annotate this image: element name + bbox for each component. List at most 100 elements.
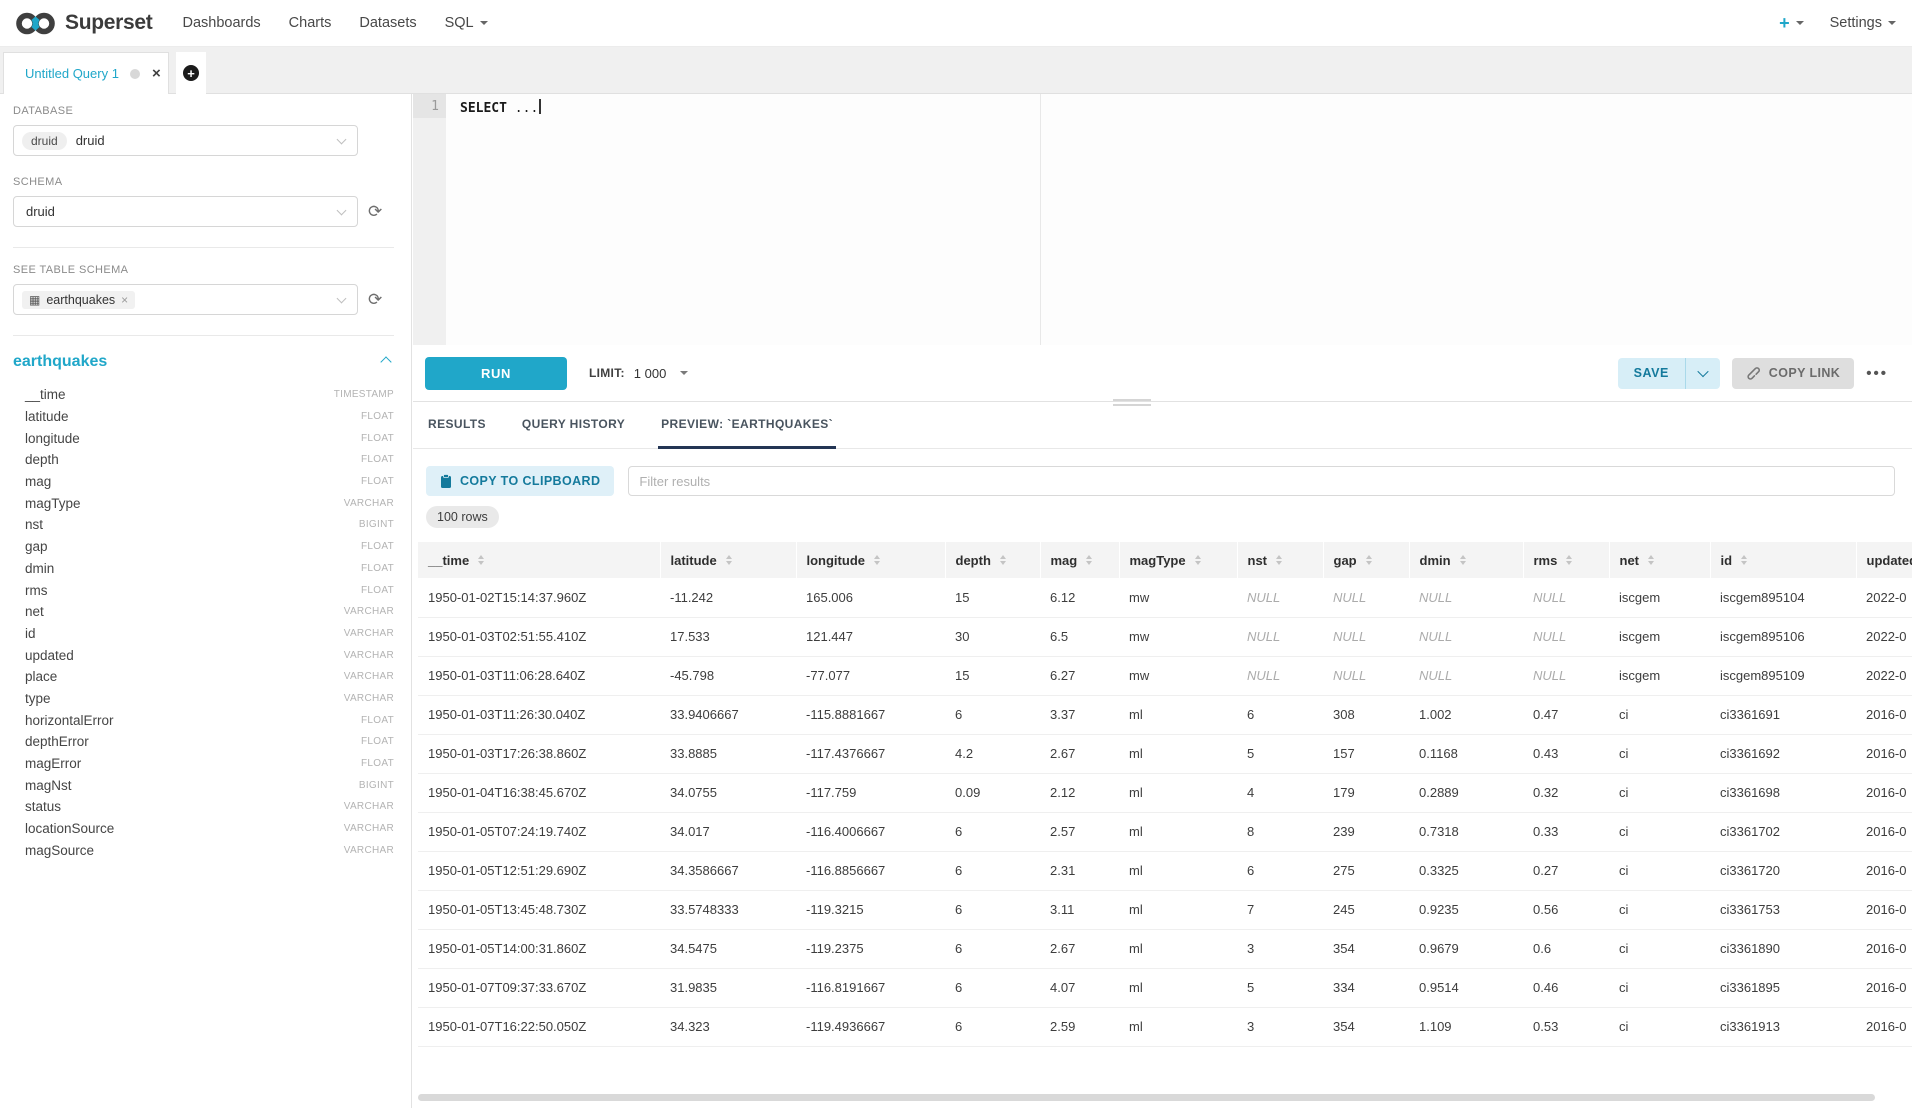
nav-item-charts[interactable]: Charts bbox=[275, 0, 346, 46]
sidebar-divider bbox=[13, 247, 394, 248]
sort-icon[interactable] bbox=[1566, 555, 1572, 565]
chevron-down-icon bbox=[337, 135, 347, 145]
column-header-id[interactable]: id bbox=[1710, 542, 1856, 578]
table-cell: 30 bbox=[945, 617, 1040, 656]
table-cell: 2.12 bbox=[1040, 773, 1119, 812]
filter-results-input[interactable] bbox=[628, 466, 1895, 496]
results-tab-preview-earthquakes[interactable]: PREVIEW: `EARTHQUAKES` bbox=[658, 417, 836, 448]
column-header-updated[interactable]: updated bbox=[1856, 542, 1912, 578]
table-cell: -116.8856667 bbox=[796, 851, 945, 890]
superset-logo[interactable]: Superset bbox=[0, 10, 168, 37]
column-type: FLOAT bbox=[361, 433, 394, 444]
query-tab-untitled-query-1[interactable]: Untitled Query 1 × bbox=[3, 52, 169, 94]
column-name: rms bbox=[25, 583, 48, 598]
table-cell: ci3361890 bbox=[1710, 929, 1856, 968]
table-cell: 1950-01-02T15:14:37.960Z bbox=[418, 578, 660, 617]
sort-icon[interactable] bbox=[478, 555, 484, 565]
nav-item-datasets[interactable]: Datasets bbox=[345, 0, 430, 46]
sort-icon[interactable] bbox=[1086, 555, 1092, 565]
column-type: VARCHAR bbox=[344, 650, 394, 661]
table-cell: NULL bbox=[1409, 578, 1523, 617]
column-header-magType[interactable]: magType bbox=[1119, 542, 1237, 578]
settings-menu[interactable]: Settings bbox=[1830, 15, 1896, 31]
refresh-tables-icon[interactable]: ⟳ bbox=[368, 291, 382, 308]
table-cell: 0.7318 bbox=[1409, 812, 1523, 851]
schema-column-row: horizontalErrorFLOAT bbox=[13, 709, 394, 731]
column-header-label: rms bbox=[1534, 553, 1558, 568]
save-options-button[interactable] bbox=[1686, 369, 1720, 377]
results-tab-results[interactable]: RESULTS bbox=[425, 417, 489, 448]
table-cell: NULL bbox=[1409, 656, 1523, 695]
results-tabs: RESULTS QUERY HISTORY PREVIEW: `EARTHQUAKE… bbox=[413, 402, 1912, 449]
table-select[interactable]: ▦ earthquakes × bbox=[13, 284, 358, 315]
table-schema-title[interactable]: earthquakes bbox=[13, 353, 107, 371]
sort-icon[interactable] bbox=[874, 555, 880, 565]
sort-icon[interactable] bbox=[1195, 555, 1201, 565]
column-type: FLOAT bbox=[361, 476, 394, 487]
table-cell: 0.46 bbox=[1523, 968, 1609, 1007]
results-grid-container: __timelatitudelongitudedepthmagmagTypens… bbox=[418, 542, 1912, 1092]
limit-dropdown[interactable]: LIMIT: 1 000 bbox=[589, 366, 688, 381]
column-header-gap[interactable]: gap bbox=[1323, 542, 1409, 578]
nav-item-sql[interactable]: SQL bbox=[431, 0, 502, 46]
database-select[interactable]: druid druid bbox=[13, 125, 358, 156]
table-cell: 121.447 bbox=[796, 617, 945, 656]
more-options-button[interactable]: ••• bbox=[1866, 365, 1888, 382]
table-cell: 334 bbox=[1323, 968, 1409, 1007]
table-cell: ci3361692 bbox=[1710, 734, 1856, 773]
column-header-label: gap bbox=[1334, 553, 1357, 568]
table-cell: 2016-0 bbox=[1856, 773, 1912, 812]
column-header-nst[interactable]: nst bbox=[1237, 542, 1323, 578]
sort-icon[interactable] bbox=[1648, 555, 1654, 565]
run-button[interactable]: RUN bbox=[425, 357, 567, 390]
column-header-depth[interactable]: depth bbox=[945, 542, 1040, 578]
schema-column-row: rmsFLOAT bbox=[13, 579, 394, 601]
collapse-table-icon[interactable] bbox=[380, 356, 391, 367]
table-cell: 6 bbox=[945, 812, 1040, 851]
new-item-menu[interactable]: + bbox=[1779, 13, 1804, 34]
scrollbar-thumb[interactable] bbox=[418, 1094, 1875, 1101]
column-header-dmin[interactable]: dmin bbox=[1409, 542, 1523, 578]
column-header-__time[interactable]: __time bbox=[418, 542, 660, 578]
column-header-rms[interactable]: rms bbox=[1523, 542, 1609, 578]
plus-icon: + bbox=[1779, 13, 1790, 34]
table-cell: -119.4936667 bbox=[796, 1007, 945, 1046]
table-cell: 2.59 bbox=[1040, 1007, 1119, 1046]
table-cell: ml bbox=[1119, 695, 1237, 734]
sort-icon[interactable] bbox=[1000, 555, 1006, 565]
sort-icon[interactable] bbox=[726, 555, 732, 565]
results-tab-query-history[interactable]: QUERY HISTORY bbox=[519, 417, 628, 448]
column-header-net[interactable]: net bbox=[1609, 542, 1710, 578]
column-type: VARCHAR bbox=[344, 845, 394, 856]
nav-item-dashboards[interactable]: Dashboards bbox=[168, 0, 274, 46]
sql-editor[interactable]: 1 SELECT ... bbox=[413, 94, 1912, 345]
column-header-mag[interactable]: mag bbox=[1040, 542, 1119, 578]
sort-icon[interactable] bbox=[1276, 555, 1282, 565]
editor-code-area[interactable]: SELECT ... bbox=[446, 94, 1912, 345]
add-query-tab-button[interactable]: + bbox=[176, 52, 206, 94]
table-cell: 0.1168 bbox=[1409, 734, 1523, 773]
table-cell: ci3361753 bbox=[1710, 890, 1856, 929]
column-header-longitude[interactable]: longitude bbox=[796, 542, 945, 578]
table-cell: 2016-0 bbox=[1856, 1007, 1912, 1046]
sort-icon[interactable] bbox=[1741, 555, 1747, 565]
save-button[interactable]: SAVE bbox=[1618, 366, 1685, 380]
table-cell: 2022-0 bbox=[1856, 617, 1912, 656]
sort-icon[interactable] bbox=[1366, 555, 1372, 565]
remove-table-icon[interactable]: × bbox=[121, 293, 128, 307]
copy-to-clipboard-button[interactable]: COPY TO CLIPBOARD bbox=[426, 466, 614, 496]
horizontal-scrollbar[interactable] bbox=[418, 1094, 1905, 1101]
sql-keyword: SELECT bbox=[460, 101, 507, 116]
column-header-latitude[interactable]: latitude bbox=[660, 542, 796, 578]
table-cell: -117.4376667 bbox=[796, 734, 945, 773]
table-cell: 3.11 bbox=[1040, 890, 1119, 929]
sort-icon[interactable] bbox=[1460, 555, 1466, 565]
close-tab-icon[interactable]: × bbox=[152, 66, 161, 81]
copy-link-button[interactable]: COPY LINK bbox=[1732, 358, 1854, 389]
schema-select[interactable]: druid bbox=[13, 196, 358, 227]
schema-column-row: typeVARCHAR bbox=[13, 688, 394, 710]
table-cell: 2016-0 bbox=[1856, 695, 1912, 734]
refresh-schema-icon[interactable]: ⟳ bbox=[368, 203, 382, 220]
table-cell: ci bbox=[1609, 929, 1710, 968]
table-cell: 2.67 bbox=[1040, 929, 1119, 968]
